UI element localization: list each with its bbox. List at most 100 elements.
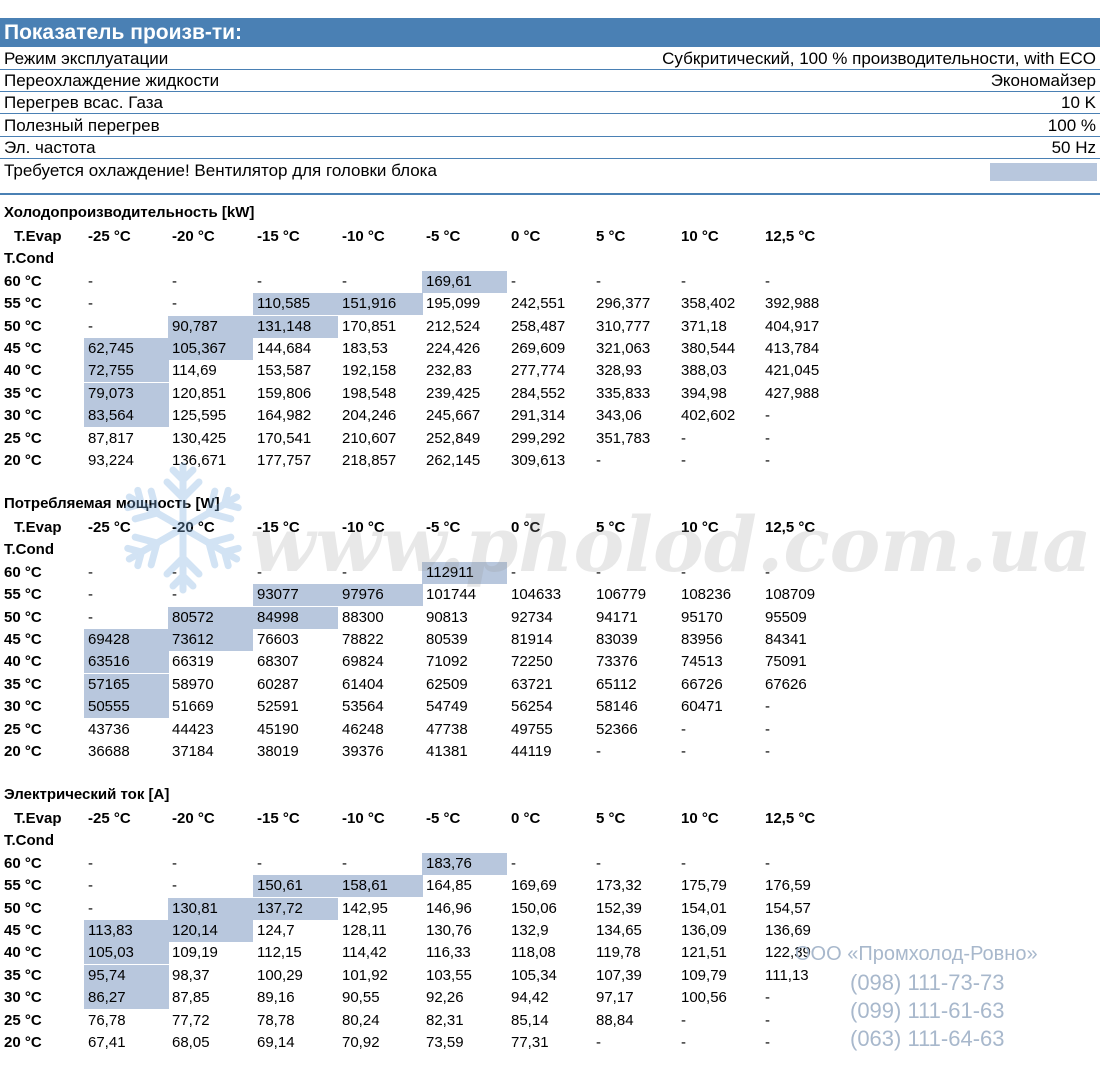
table-cell: 309,613	[511, 452, 566, 469]
cond-label: T.Cond	[4, 541, 54, 559]
table-cell: 299,292	[511, 429, 566, 447]
table-cell: 183,76	[422, 852, 507, 875]
table-cell: 80,24	[342, 1011, 380, 1029]
table-cell: 44423	[172, 720, 214, 738]
table-cell: 137,72	[253, 897, 338, 920]
row-header: 40 °C	[4, 362, 42, 380]
table-cell: 109,79	[681, 966, 727, 984]
row-header: 35 °C	[4, 384, 42, 402]
table-cell: 114,42	[342, 944, 387, 962]
table-cell: 277,774	[511, 362, 566, 380]
table-title: Потребляемая мощность [W]	[4, 495, 220, 512]
table-cell: 39376	[342, 743, 384, 760]
table-cell: 67,41	[88, 1034, 126, 1051]
table-cell: 121,51	[681, 944, 727, 962]
table-cell: 80539	[426, 631, 468, 648]
column-header: -25 °C	[88, 519, 131, 536]
table-cell: 97976	[338, 584, 423, 607]
table-cell: 176,59	[765, 877, 811, 895]
table-cell: 358,402	[681, 295, 736, 313]
table-cell: 177,757	[257, 452, 312, 469]
table-cell: 73376	[596, 653, 638, 671]
table-cell: 128,11	[342, 922, 387, 939]
table-cell: 87,85	[172, 989, 210, 1007]
table-cell: -	[765, 743, 770, 760]
column-header: -10 °C	[342, 810, 385, 827]
table-cell: 88,84	[596, 1011, 634, 1029]
table-cell: 105,03	[84, 942, 169, 965]
table-cell: 284,552	[511, 384, 566, 402]
table-cell: 84341	[765, 631, 807, 648]
column-header: 10 °C	[681, 810, 719, 827]
table-cell: 52366	[596, 720, 638, 738]
table-cell: 131,148	[253, 315, 338, 338]
row-header: 20 °C	[4, 452, 42, 469]
table-cell: -	[681, 854, 686, 872]
table-cell: -	[88, 272, 93, 290]
table-cell: 154,57	[765, 899, 811, 917]
column-header: 5 °C	[596, 228, 626, 245]
table-cell: 328,93	[596, 362, 642, 380]
table-cell: -	[681, 720, 686, 738]
table-cell: 103,55	[426, 966, 472, 984]
table-cell: 81914	[511, 631, 553, 648]
page-title: Показатель произв-ти:	[0, 18, 1100, 47]
table-cell: 79,073	[84, 382, 169, 405]
table-cell: 130,81	[168, 897, 253, 920]
table-cell: 421,045	[765, 362, 820, 380]
table-cell: 404,917	[765, 317, 820, 335]
table-cell: -	[765, 720, 770, 738]
table-cell: -	[511, 854, 516, 872]
row-header: 40 °C	[4, 944, 42, 962]
table-cell: 72250	[511, 653, 553, 671]
table-cell: 53564	[342, 698, 384, 716]
table-cell: 105,367	[168, 338, 253, 360]
row-header: 30 °C	[4, 407, 42, 425]
column-header: 12,5 °C	[765, 810, 816, 827]
table-cell: 78,78	[257, 1011, 295, 1029]
table-cell: 427,988	[765, 384, 820, 402]
table-cell: 62509	[426, 675, 468, 693]
table-cell: 119,78	[596, 944, 641, 962]
table-cell: 310,777	[596, 317, 651, 335]
row-header: 25 °C	[4, 1011, 42, 1029]
table-cell: 90,787	[168, 315, 253, 338]
table-cell: -	[681, 1011, 686, 1029]
table-cell: 77,72	[172, 1011, 210, 1029]
table-cell: 136,671	[172, 452, 227, 469]
table-cell: 51669	[172, 698, 214, 716]
table-cell: -	[342, 563, 347, 581]
table-cell: 77,31	[511, 1034, 549, 1051]
table-cell: 104633	[511, 586, 562, 604]
table-cell: 100,56	[681, 989, 727, 1007]
table-cell: 43736	[88, 720, 130, 738]
table-cell: 144,684	[257, 340, 312, 357]
table-cell: 175,79	[681, 877, 727, 895]
table-cell: -	[172, 877, 177, 895]
table-cell: 252,849	[426, 429, 481, 447]
param-label: Перегрев всас. Газа	[4, 93, 163, 112]
table-cell: -	[765, 272, 770, 290]
table-cell: 72,755	[84, 360, 169, 383]
table-cell: 82,31	[426, 1011, 464, 1029]
param-label: Полезный перегрев	[4, 116, 160, 135]
table-cell: -	[765, 429, 770, 447]
table-cell: -	[765, 407, 770, 425]
row-header: 60 °C	[4, 563, 42, 581]
param-value: 10 K	[1061, 93, 1096, 112]
table-cell: 224,426	[426, 340, 481, 357]
row-header: 45 °C	[4, 340, 42, 357]
table-cell: 242,551	[511, 295, 566, 313]
column-header: -20 °C	[172, 228, 215, 245]
column-header: 12,5 °C	[765, 519, 816, 536]
table-cell: -	[596, 272, 601, 290]
table-cell: 183,53	[342, 340, 388, 357]
table-cell: 212,524	[426, 317, 481, 335]
table-cell: 192,158	[342, 362, 397, 380]
table-cell: 78822	[342, 631, 384, 648]
table-cell: -	[172, 272, 177, 290]
row-header: 50 °C	[4, 317, 42, 335]
table-cell: 95509	[765, 608, 807, 626]
table-cell: 394,98	[681, 384, 727, 402]
row-header: 20 °C	[4, 743, 42, 760]
